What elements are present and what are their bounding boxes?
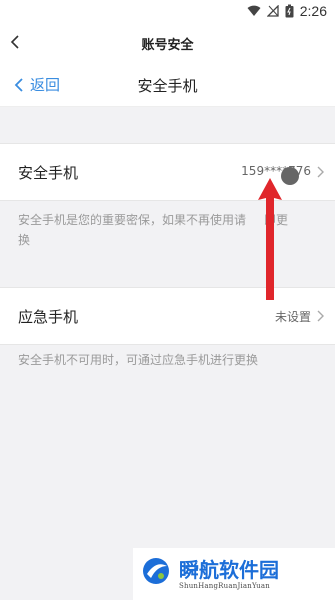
- security-phone-value: 159****776: [241, 164, 311, 178]
- page-title: 账号安全: [141, 38, 194, 53]
- signal-icon: [266, 5, 279, 17]
- hint-part1: 安全手机是您的重要密保，如果不再使用请: [18, 213, 247, 227]
- emergency-phone-value: 未设置: [274, 310, 311, 324]
- emergency-phone-hint: 安全手机不可用时，可通过应急手机进行更换: [18, 353, 259, 367]
- watermark: 瞬航软件园 ShunHangRuanJianYuan: [133, 548, 335, 600]
- section-title: 安全手机: [137, 77, 198, 95]
- watermark-text: 瞬航软件园: [179, 558, 279, 582]
- watermark-subtext: ShunHangRuanJianYuan: [179, 582, 270, 590]
- status-time: 2:26: [299, 3, 327, 19]
- emergency-phone-label: 应急手机: [18, 308, 79, 326]
- inner-header: 返回 安全手机: [0, 62, 335, 107]
- status-icons: 2:26: [247, 3, 327, 19]
- chevron-right-icon: [317, 310, 324, 322]
- outer-header: 账号安全: [0, 22, 335, 62]
- wifi-icon: [247, 5, 261, 16]
- logo-icon: [143, 558, 169, 584]
- hint-line2: 换: [18, 233, 31, 247]
- chevron-right-icon: [317, 166, 324, 178]
- battery-icon: [285, 4, 294, 18]
- status-bar: 2:26: [0, 0, 335, 22]
- red-arrow-annotation: [258, 178, 282, 300]
- security-phone-label: 安全手机: [18, 164, 79, 182]
